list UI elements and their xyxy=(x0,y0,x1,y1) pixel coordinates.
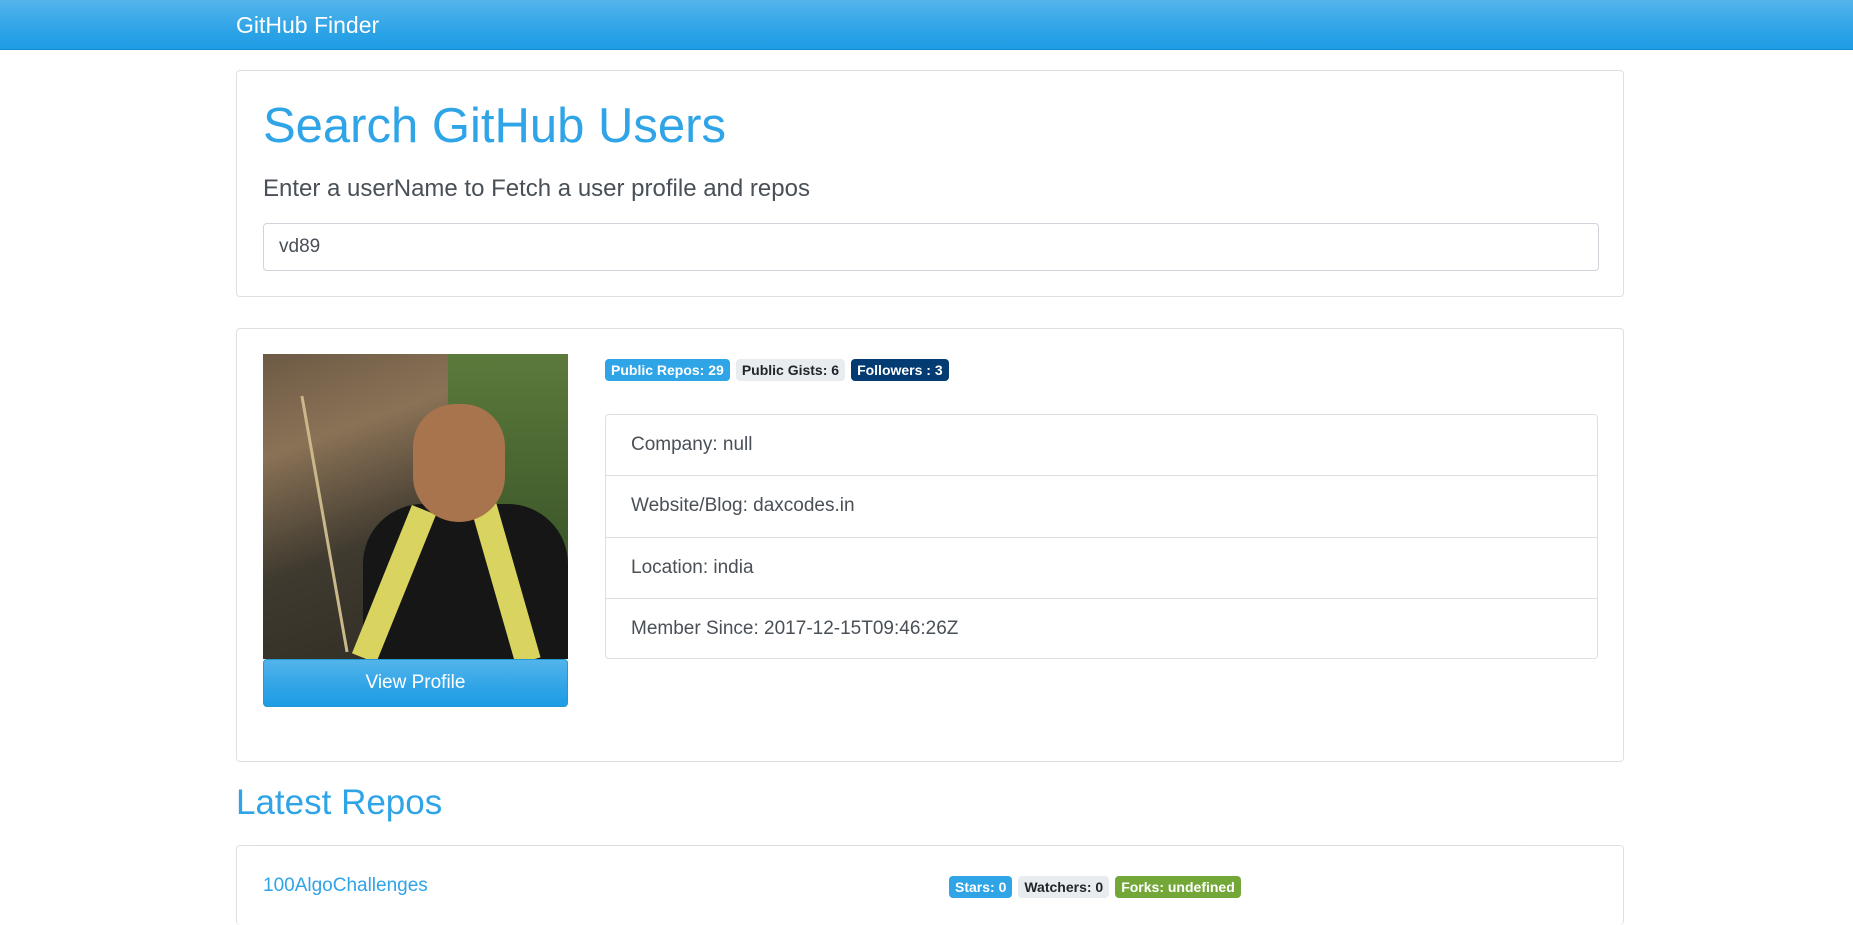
profile-card: View Profile Public Repos: 29 Public Gis… xyxy=(236,328,1624,762)
avatar-face xyxy=(413,404,505,522)
location-item: Location: india xyxy=(606,538,1597,599)
profile-badges: Public Repos: 29 Public Gists: 6 Followe… xyxy=(605,359,949,381)
forks-badge: Forks: undefined xyxy=(1115,876,1241,898)
avatar-rope xyxy=(300,395,349,653)
latest-repos-heading: Latest Repos xyxy=(236,783,443,822)
navbar-brand[interactable]: GitHub Finder xyxy=(236,10,379,40)
member-since-item: Member Since: 2017-12-15T09:46:26Z xyxy=(631,618,959,640)
stars-badge: Stars: 0 xyxy=(949,876,1013,898)
search-lead: Enter a userName to Fetch a user profile… xyxy=(263,175,810,202)
company-item: Company: null xyxy=(606,415,1597,477)
watchers-badge: Watchers: 0 xyxy=(1018,876,1110,898)
repo-link[interactable]: 100AlgoChallenges xyxy=(263,875,428,897)
repo-badges: Stars: 0 Watchers: 0 Forks: undefined xyxy=(949,876,1241,898)
followers-badge: Followers : 3 xyxy=(851,359,949,381)
search-title: Search GitHub Users xyxy=(263,99,726,153)
website-item: Website/Blog: daxcodes.in xyxy=(606,476,1597,538)
navbar: GitHub Finder xyxy=(0,0,1853,50)
view-profile-button[interactable]: View Profile xyxy=(263,659,568,707)
public-repos-badge: Public Repos: 29 xyxy=(605,359,730,381)
public-gists-badge: Public Gists: 6 xyxy=(735,359,846,381)
search-card: Search GitHub Users Enter a userName to … xyxy=(236,70,1624,297)
search-input[interactable] xyxy=(263,223,1599,271)
avatar xyxy=(263,354,568,659)
profile-details-list: Company: null Website/Blog: daxcodes.in … xyxy=(605,414,1598,659)
repo-card: 100AlgoChallenges Stars: 0 Watchers: 0 F… xyxy=(236,845,1624,925)
